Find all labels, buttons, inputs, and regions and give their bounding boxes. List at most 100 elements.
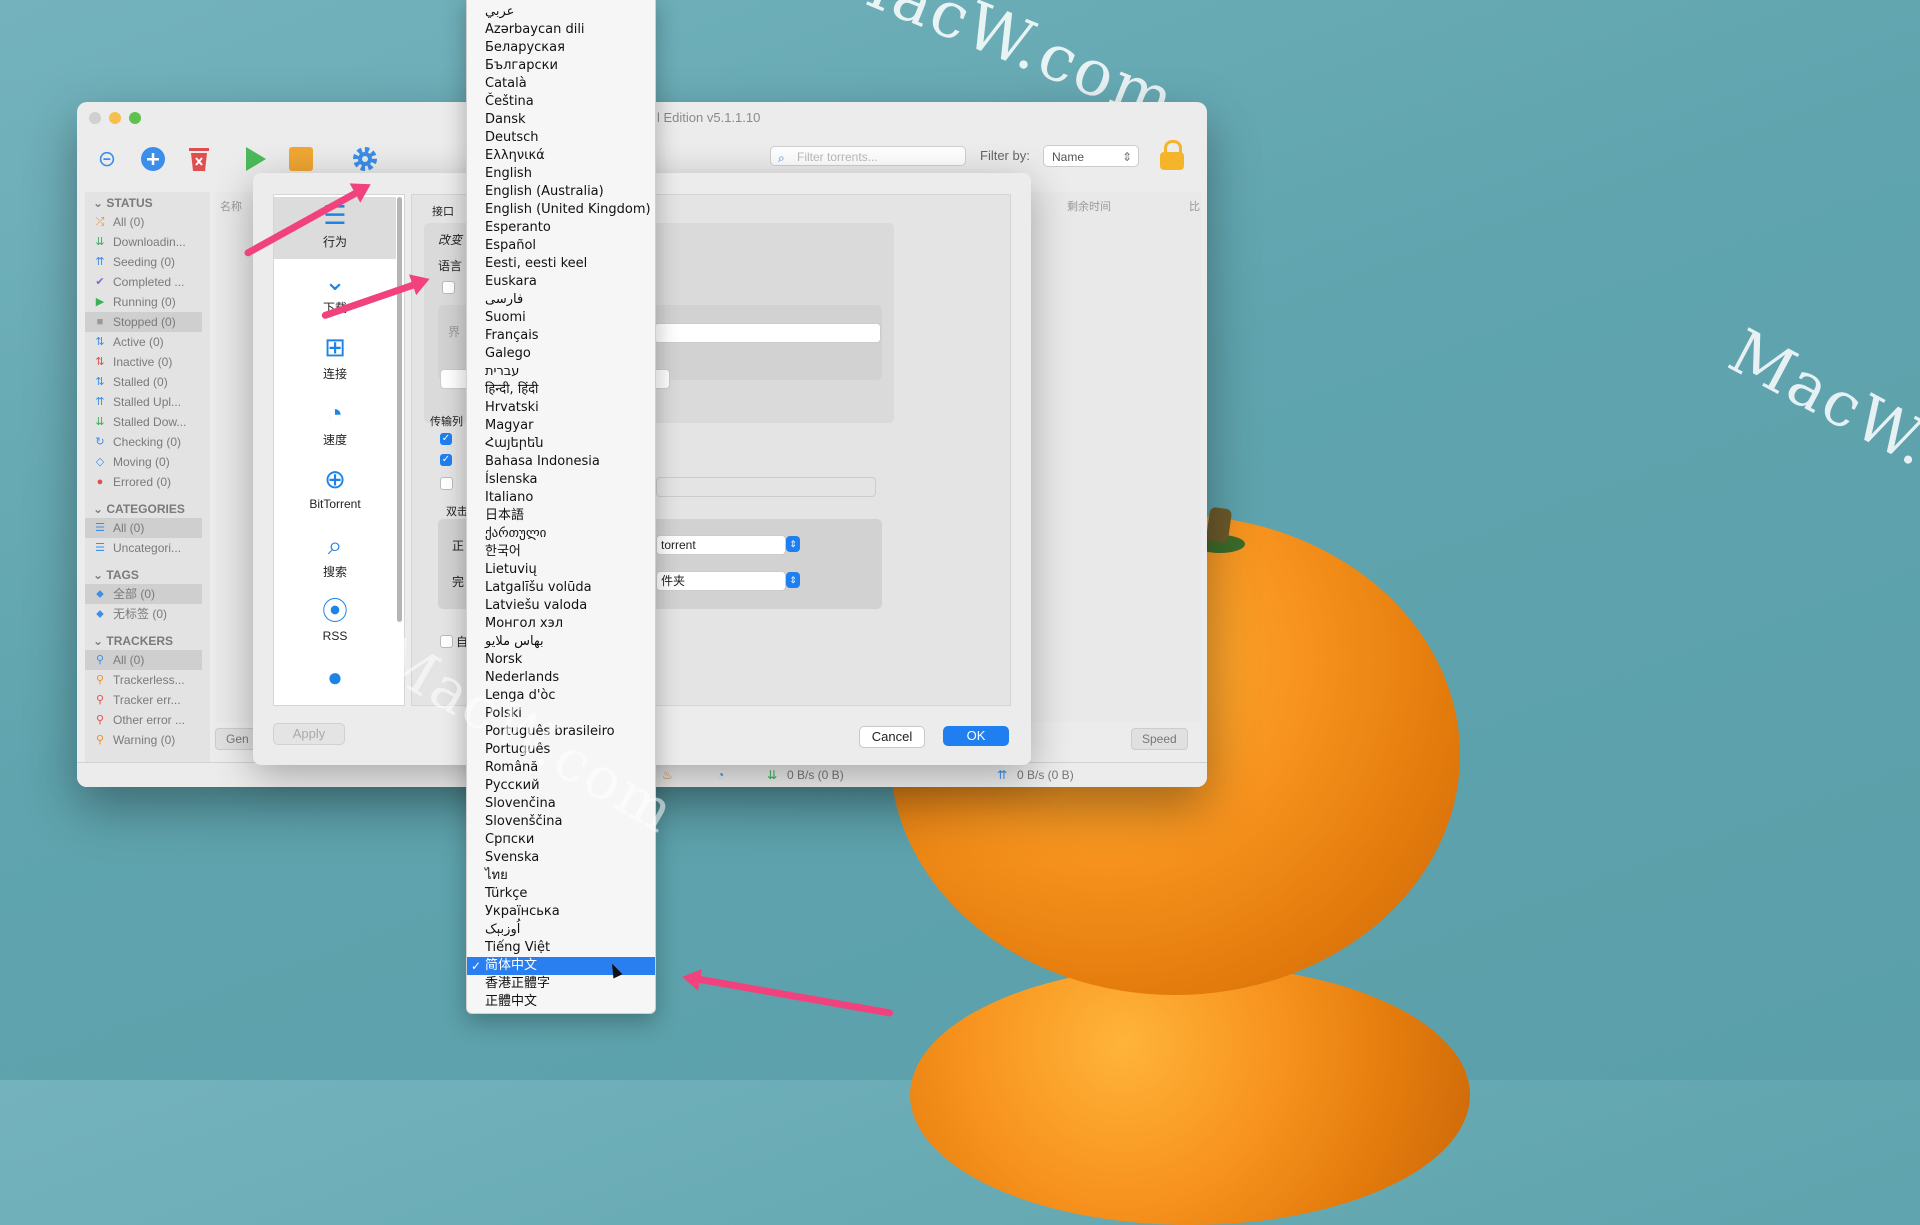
sidebar-item[interactable]: ⬥ 无标签 (0): [85, 604, 210, 624]
checkbox-checked[interactable]: ✓: [440, 433, 452, 445]
add-link-icon[interactable]: ⊝: [93, 145, 121, 173]
language-option[interactable]: Català: [467, 75, 655, 93]
language-option[interactable]: Español: [467, 237, 655, 255]
sidebar-item[interactable]: ✔ Completed ...: [85, 272, 210, 292]
language-option[interactable]: Български: [467, 57, 655, 75]
language-option[interactable]: Magyar: [467, 417, 655, 435]
language-option[interactable]: Eesti, eesti keel: [467, 255, 655, 273]
language-option[interactable]: 한국어: [467, 543, 655, 561]
scrollbar[interactable]: [397, 197, 402, 622]
sidebar-item[interactable]: ■ Stopped (0): [85, 312, 202, 332]
language-option[interactable]: 香港正體字: [467, 975, 655, 993]
language-option[interactable]: Íslenska: [467, 471, 655, 489]
language-option[interactable]: English (Australia): [467, 183, 655, 201]
sidebar-item[interactable]: ⇈ Seeding (0): [85, 252, 210, 272]
sidebar-item[interactable]: ⇅ Stalled (0): [85, 372, 210, 392]
sidebar-item[interactable]: ● Errored (0): [85, 472, 210, 492]
language-option[interactable]: Українська: [467, 903, 655, 921]
language-option[interactable]: Norsk: [467, 651, 655, 669]
column-header-remaining[interactable]: 剩余时间: [1067, 198, 1111, 214]
language-option[interactable]: Српски: [467, 831, 655, 849]
language-option[interactable]: اُوزبېک: [467, 921, 655, 939]
tab-interface[interactable]: 接口: [432, 203, 454, 219]
language-option[interactable]: Deutsch: [467, 129, 655, 147]
language-option[interactable]: Svenska: [467, 849, 655, 867]
language-option[interactable]: 日本語: [467, 507, 655, 525]
tab-speed[interactable]: Speed: [1131, 728, 1188, 750]
language-option[interactable]: 正體中文: [467, 993, 655, 1011]
language-option[interactable]: Hrvatski: [467, 399, 655, 417]
language-option[interactable]: Türkçe: [467, 885, 655, 903]
close-window-button[interactable]: [89, 112, 101, 124]
sidebar-item[interactable]: ▶ Running (0): [85, 292, 210, 312]
language-dropdown-menu[interactable]: عربي Azərbaycan dili Беларуская Български Ca…: [466, 0, 656, 1014]
pref-category-item[interactable]: ⊕ BitTorrent: [274, 461, 396, 523]
sidebar-item[interactable]: ⇊ Stalled Dow...: [85, 412, 210, 432]
ok-button[interactable]: OK: [943, 726, 1009, 746]
sidebar-item[interactable]: ⇊ Downloadin...: [85, 232, 210, 252]
language-option[interactable]: Esperanto: [467, 219, 655, 237]
sidebar-item[interactable]: ⤮ All (0): [85, 212, 210, 232]
language-option[interactable]: عربي: [467, 3, 655, 21]
pref-category-item[interactable]: ⌕ 搜索: [274, 527, 396, 589]
language-option[interactable]: English: [467, 165, 655, 183]
sidebar-item[interactable]: ⇅ Active (0): [85, 332, 210, 352]
language-option[interactable]: ✓ 简体中文: [467, 957, 655, 975]
speed-limit-icon[interactable]: ◔: [717, 768, 724, 782]
language-option[interactable]: Latviešu valoda: [467, 597, 655, 615]
sidebar-item[interactable]: ⚲ Tracker err...: [85, 690, 210, 710]
checkbox-checked[interactable]: ✓: [440, 454, 452, 466]
language-option[interactable]: فارسی: [467, 291, 655, 309]
language-option[interactable]: Беларуская: [467, 39, 655, 57]
double-click-select[interactable]: 件夹: [656, 571, 786, 591]
add-torrent-icon[interactable]: [139, 145, 167, 173]
language-option[interactable]: Čeština: [467, 93, 655, 111]
sidebar-item[interactable]: ☰ All (0): [85, 518, 202, 538]
column-header-name[interactable]: 名称: [220, 198, 242, 214]
language-option[interactable]: Français: [467, 327, 655, 345]
language-option[interactable]: Tiếng Việt: [467, 939, 655, 957]
sidebar-item[interactable]: ⚲ Other error ...: [85, 710, 210, 730]
language-option[interactable]: Azərbaycan dili: [467, 21, 655, 39]
sidebar-item[interactable]: ⚲ Warning (0): [85, 730, 210, 750]
language-option[interactable]: עברית: [467, 363, 655, 381]
pref-category-item[interactable]: ⦿ RSS: [274, 593, 396, 655]
language-option[interactable]: Latgalīšu volūda: [467, 579, 655, 597]
sidebar-item[interactable]: ⬥ 全部 (0): [85, 584, 202, 604]
sidebar-item[interactable]: ⚲ All (0): [85, 650, 202, 670]
filter-search-input[interactable]: ⌕ Filter torrents...: [770, 146, 966, 166]
sidebar-item[interactable]: ⇅ Inactive (0): [85, 352, 210, 372]
pref-category-item[interactable]: ⊞ 连接: [274, 329, 396, 391]
language-option[interactable]: Հայերեն: [467, 435, 655, 453]
gear-icon[interactable]: [351, 145, 379, 173]
language-option[interactable]: Galego: [467, 345, 655, 363]
sidebar-item[interactable]: ⇈ Stalled Upl...: [85, 392, 210, 412]
zoom-window-button[interactable]: [129, 112, 141, 124]
language-option[interactable]: Bahasa Indonesia: [467, 453, 655, 471]
preferences-category-list[interactable]: ☰行为⌄下载⊞连接◔速度⊕BitTorrent⌕搜索⦿RSS●: [273, 194, 405, 706]
language-option[interactable]: Italiano: [467, 489, 655, 507]
double-click-select[interactable]: torrent: [656, 535, 786, 555]
language-option[interactable]: Монгол хэл: [467, 615, 655, 633]
resume-icon[interactable]: [241, 145, 269, 173]
checkbox[interactable]: [442, 281, 455, 294]
select-disabled[interactable]: [656, 477, 876, 497]
column-header-ratio[interactable]: 比: [1189, 198, 1200, 214]
delete-icon[interactable]: [185, 145, 213, 173]
minimize-window-button[interactable]: [109, 112, 121, 124]
pause-icon[interactable]: [287, 145, 315, 173]
language-option[interactable]: Ελληνικά: [467, 147, 655, 165]
cancel-button[interactable]: Cancel: [859, 726, 925, 748]
filter-by-select[interactable]: Name ⇕: [1043, 145, 1139, 167]
language-option[interactable]: Suomi: [467, 309, 655, 327]
lock-icon[interactable]: [1160, 140, 1186, 170]
language-option[interactable]: بهاس ملايو: [467, 633, 655, 651]
pref-category-item[interactable]: ◔ 速度: [274, 395, 396, 457]
language-option[interactable]: ქართული: [467, 525, 655, 543]
language-option[interactable]: Euskara: [467, 273, 655, 291]
sidebar-item[interactable]: ☰ Uncategori...: [85, 538, 210, 558]
language-option[interactable]: हिन्दी, हिंदी: [467, 381, 655, 399]
checkbox[interactable]: [440, 477, 453, 490]
sidebar-item[interactable]: ◇ Moving (0): [85, 452, 210, 472]
language-option[interactable]: Dansk: [467, 111, 655, 129]
